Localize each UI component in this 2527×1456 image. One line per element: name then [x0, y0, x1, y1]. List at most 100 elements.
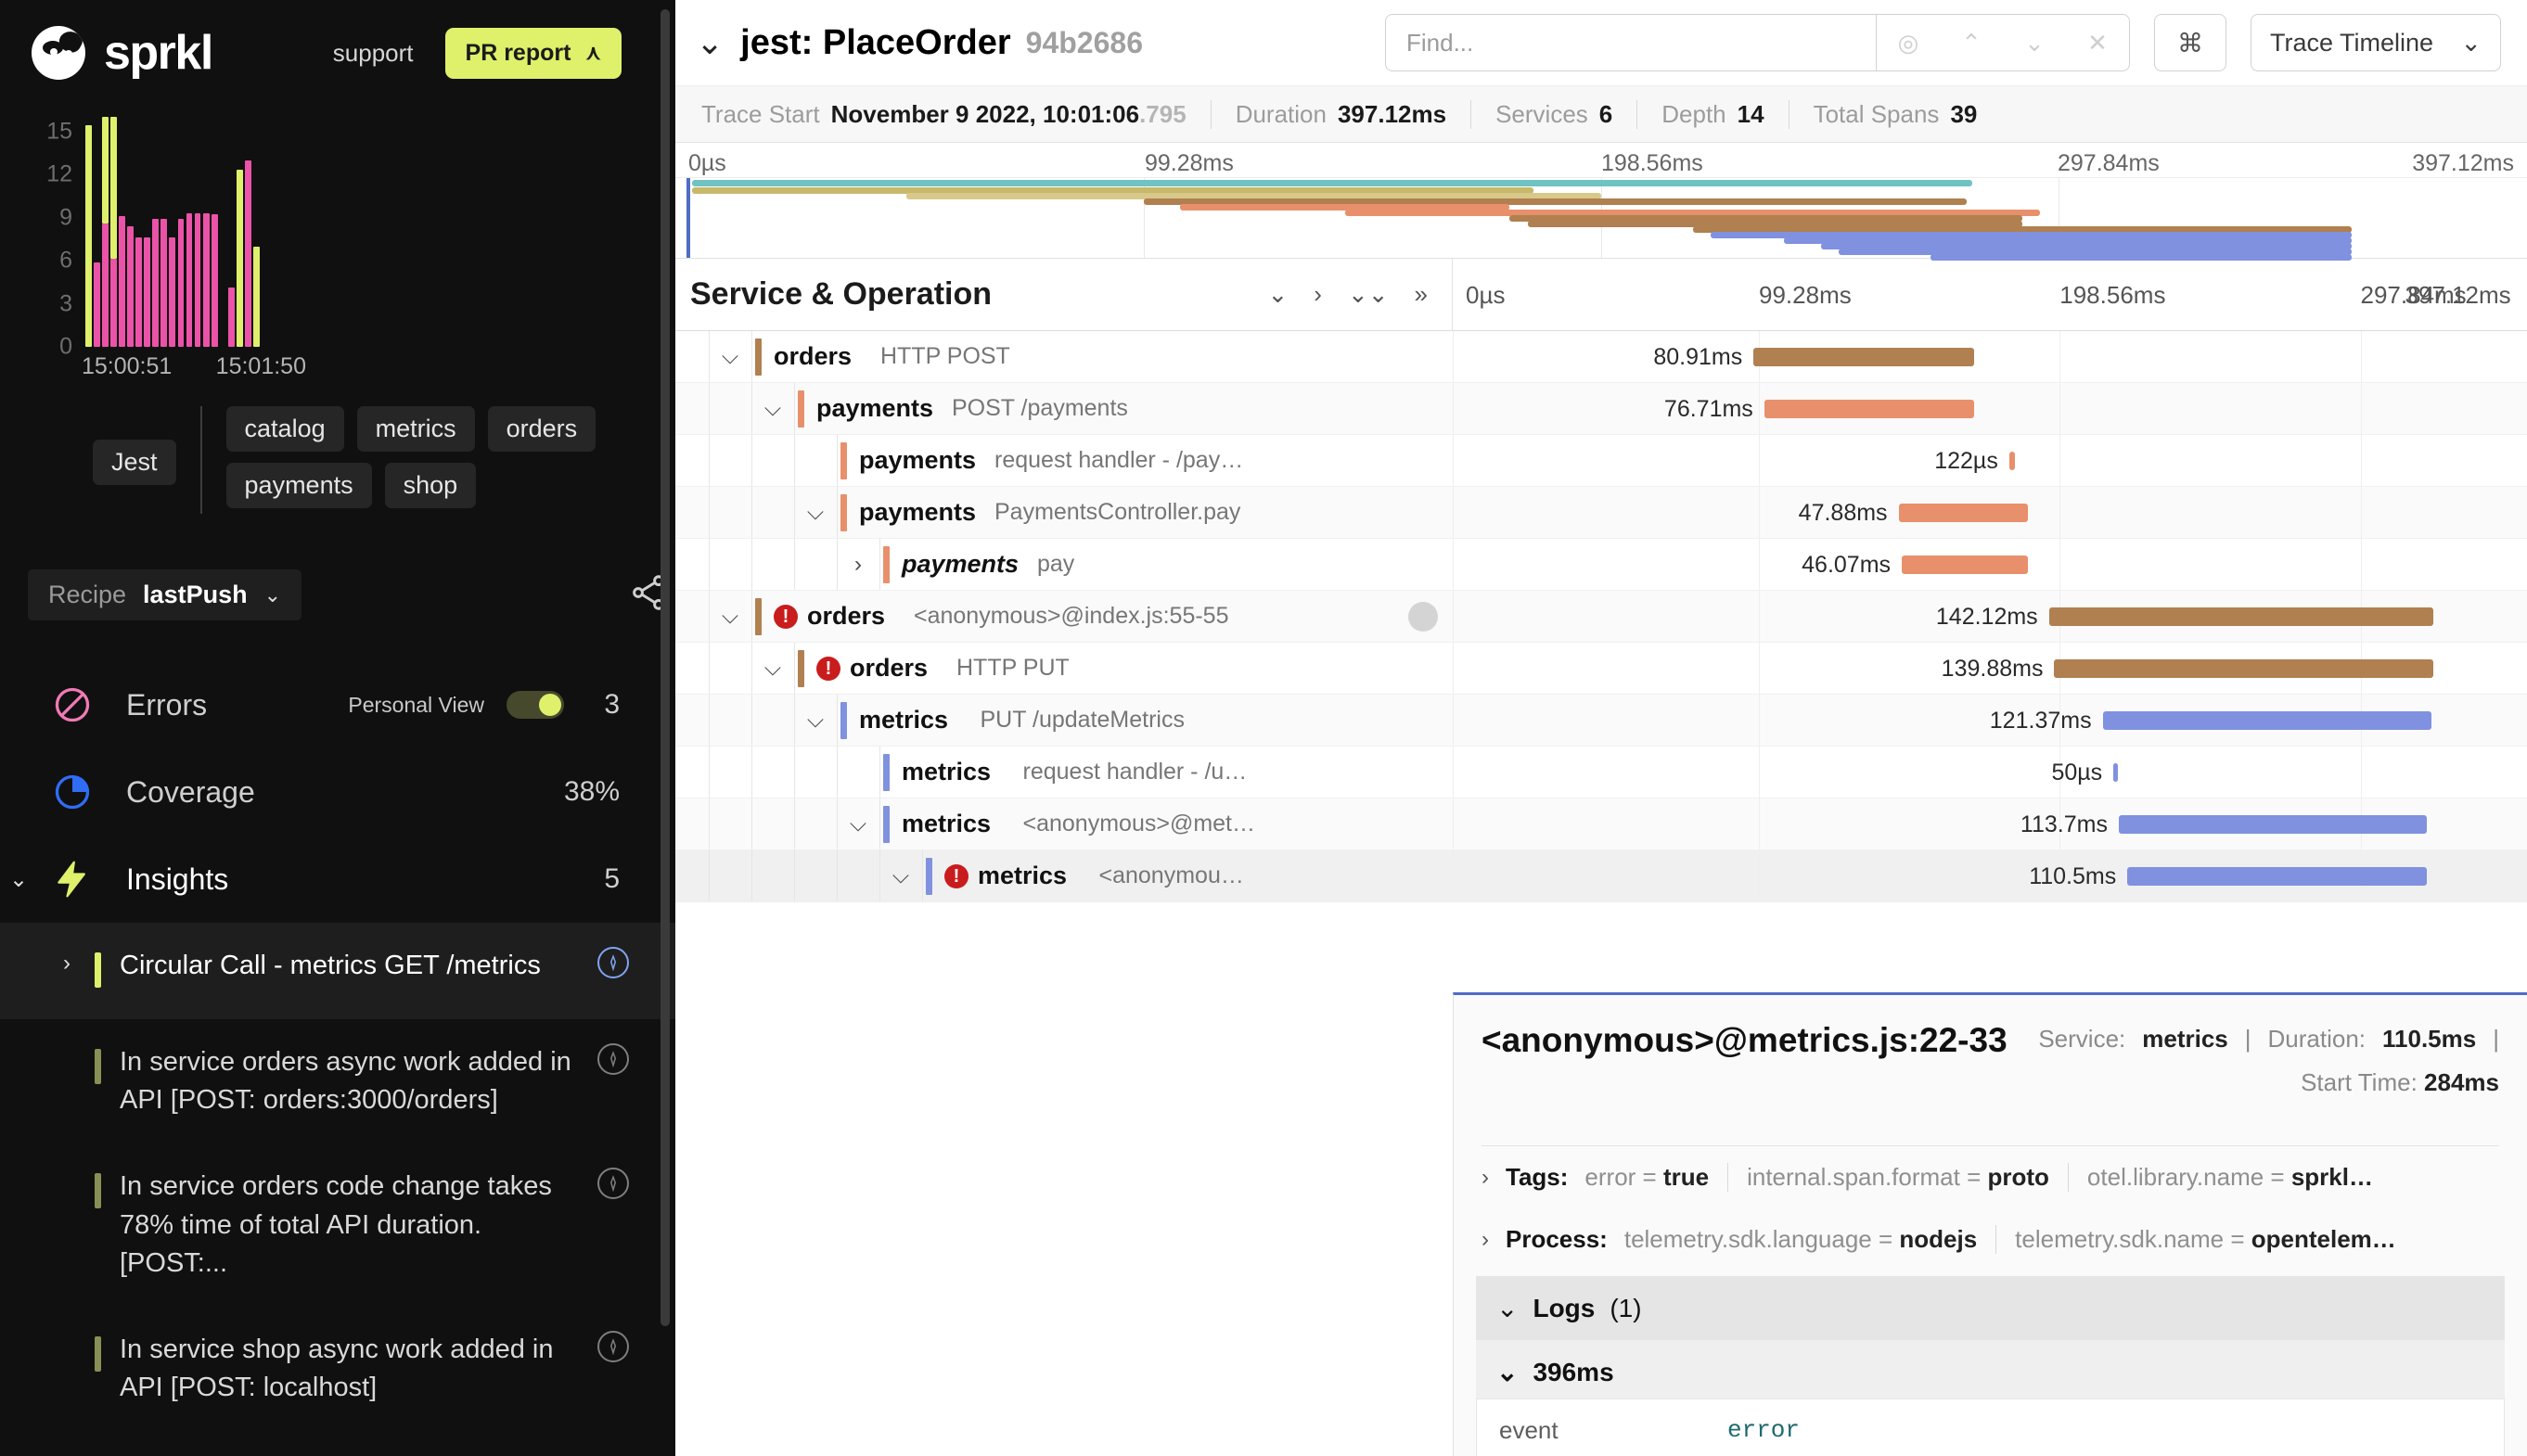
span-row-label[interactable]: ⌵ metrics <anonymous>@met…: [675, 798, 1453, 849]
span-operation-name: <anonymous>@index.js:55-55: [914, 603, 1229, 629]
tags-row[interactable]: › Tags: error = true internal.span.format…: [1454, 1146, 2527, 1208]
chevron-down-icon[interactable]: ⌄: [696, 23, 724, 62]
minimap-tick-label: 297.84ms: [2058, 150, 2160, 176]
span-row-timeline[interactable]: 121.37ms: [1453, 695, 2527, 746]
chevron-down-icon[interactable]: ⌵: [716, 604, 744, 630]
span-row-label[interactable]: ⌵ payments PaymentsController.pay: [675, 487, 1453, 538]
sidebar-item-coverage[interactable]: Coverage 38%: [0, 748, 675, 836]
chevron-right-icon[interactable]: ›: [1482, 1227, 1489, 1253]
span-row-timeline[interactable]: 46.07ms: [1453, 539, 2527, 590]
chevron-down-icon[interactable]: ⌵: [759, 396, 787, 422]
span-row[interactable]: ⌵! orders HTTP PUT 139.88ms: [675, 643, 2527, 695]
chevrons-down-icon[interactable]: ⌄⌄: [1348, 280, 1389, 309]
process-row[interactable]: › Process: telemetry.sdk.language = node…: [1454, 1208, 2527, 1271]
span-row-label[interactable]: ⌵ orders HTTP POST: [675, 331, 1453, 382]
span-row[interactable]: ⌵ metrics <anonymous>@met… 113.7ms: [675, 798, 2527, 850]
shortcuts-button[interactable]: ⌘: [2154, 14, 2226, 71]
chevron-down-icon[interactable]: ⌵: [716, 344, 744, 370]
span-expand-controls: ⌄ › ⌄⌄ »: [1267, 280, 1452, 309]
chevron-down-icon[interactable]: ⌄: [1267, 280, 1288, 309]
span-row-timeline[interactable]: 142.12ms: [1453, 591, 2527, 642]
log-timestamp-row[interactable]: ⌄ 396ms: [1476, 1340, 2505, 1399]
insight-item[interactable]: › Circular Call - metrics GET /metrics: [0, 923, 675, 1019]
span-row-timeline[interactable]: 122µs: [1453, 435, 2527, 486]
chevron-right-icon[interactable]: ›: [1482, 1165, 1489, 1191]
span-row[interactable]: › payments pay 46.07ms: [675, 539, 2527, 591]
insight-item[interactable]: In service orders async work added in AP…: [0, 1019, 675, 1143]
span-row-label[interactable]: metrics request handler - /u…: [675, 747, 1453, 798]
span-row[interactable]: ⌵ metrics PUT /updateMetrics 121.37ms: [675, 695, 2527, 747]
minimap-span-bar: [691, 180, 1973, 186]
insight-action-icon[interactable]: [597, 1330, 629, 1362]
tag-primary[interactable]: Jest: [93, 440, 176, 485]
span-row-timeline[interactable]: 50µs: [1453, 747, 2527, 798]
close-icon[interactable]: ✕: [2066, 29, 2129, 57]
sidebar-scrollbar[interactable]: [661, 9, 670, 1326]
span-row-timeline[interactable]: 76.71ms: [1453, 383, 2527, 434]
trace-minimap[interactable]: 0µs 99.28ms 198.56ms 297.84ms 397.12ms: [675, 143, 2527, 261]
insight-item[interactable]: In service shop async work added in API …: [0, 1307, 675, 1431]
span-service-name: metrics: [902, 758, 992, 785]
chevrons-right-icon[interactable]: »: [1415, 280, 1428, 309]
sidebar-item-insights[interactable]: ⌄ Insights 5: [0, 836, 675, 923]
insight-action-icon[interactable]: [597, 1043, 629, 1075]
span-row[interactable]: ⌵ orders HTTP POST 80.91ms: [675, 331, 2527, 383]
pr-report-button[interactable]: PR report ⋏: [444, 27, 622, 79]
chevron-down-icon[interactable]: ⌵: [802, 500, 829, 526]
insight-item[interactable]: In service orders code change takes 78% …: [0, 1143, 675, 1307]
logs-section-header[interactable]: ⌄ Logs (1): [1476, 1276, 2505, 1340]
span-row-label[interactable]: ⌵ metrics PUT /updateMetrics: [675, 695, 1453, 746]
trace-meta-bar: Trace Start November 9 2022, 10:01:06.795…: [675, 85, 2527, 143]
chevron-down-icon[interactable]: ⌄: [9, 866, 28, 893]
span-row[interactable]: ⌵ payments POST /payments 76.71ms: [675, 383, 2527, 435]
chevron-down-icon[interactable]: ⌵: [844, 811, 872, 837]
span-row-timeline[interactable]: 139.88ms: [1453, 643, 2527, 694]
span-row[interactable]: ⌵! orders <anonymous>@index.js:55-55 142.12…: [675, 591, 2527, 643]
span-row-label[interactable]: ⌵! metrics <anonymou…: [675, 850, 1453, 901]
timeline-gridline: [1759, 591, 1761, 642]
search-input[interactable]: Find...: [1385, 14, 1877, 71]
span-row-label[interactable]: ⌵ payments POST /payments: [675, 383, 1453, 434]
span-row[interactable]: ⌵ payments PaymentsController.pay 47.88ms: [675, 487, 2527, 539]
span-row[interactable]: ⌵! metrics <anonymou… 110.5ms: [675, 850, 2527, 902]
tag-chip[interactable]: catalog: [225, 406, 344, 452]
sidebar-item-errors[interactable]: Errors Personal View 3: [0, 661, 675, 748]
span-row[interactable]: metrics request handler - /u… 50µs: [675, 747, 2527, 798]
chevron-right-icon[interactable]: ›: [1314, 280, 1322, 309]
log-timestamp: 396ms: [1533, 1357, 1614, 1386]
tag-chip[interactable]: payments: [225, 463, 372, 508]
span-row-label[interactable]: payments request handler - /pay…: [675, 435, 1453, 486]
tag-chip[interactable]: shop: [384, 463, 477, 508]
target-icon[interactable]: ◎: [1877, 29, 1940, 57]
tag-chip[interactable]: metrics: [356, 406, 475, 452]
view-mode-select[interactable]: Trace Timeline ⌄: [2251, 14, 2501, 71]
span-row-label[interactable]: ⌵! orders <anonymous>@index.js:55-55: [675, 591, 1453, 642]
insight-action-icon[interactable]: [597, 1168, 629, 1200]
timeline-gridline: [1453, 435, 1454, 486]
recipe-selector[interactable]: Recipe lastPush ⌄: [28, 569, 302, 620]
minimap-canvas[interactable]: [686, 178, 2516, 261]
span-row-label[interactable]: ⌵! orders HTTP PUT: [675, 643, 1453, 694]
chevron-down-icon[interactable]: ⌵: [759, 656, 787, 682]
span-row-timeline[interactable]: 80.91ms: [1453, 331, 2527, 382]
span-row-timeline[interactable]: 113.7ms: [1453, 798, 2527, 849]
chevron-right-icon[interactable]: ›: [844, 552, 872, 578]
support-link[interactable]: support: [333, 39, 414, 68]
chevron-down-icon[interactable]: ⌄: [2003, 29, 2066, 57]
chevron-down-icon[interactable]: ⌵: [887, 863, 915, 889]
span-row[interactable]: payments request handler - /pay… 122µs: [675, 435, 2527, 487]
span-indent-guide: [751, 591, 752, 642]
span-row-timeline[interactable]: 47.88ms: [1453, 487, 2527, 538]
tag-chip[interactable]: orders: [487, 406, 596, 452]
span-row-label[interactable]: › payments pay: [675, 539, 1453, 590]
chevron-right-icon[interactable]: ›: [39, 947, 95, 977]
service-label: Service:: [2038, 1025, 2126, 1053]
insight-action-icon[interactable]: [597, 947, 629, 978]
span-row-timeline[interactable]: 110.5ms: [1453, 850, 2527, 901]
chart-bar-pink: [119, 215, 126, 347]
minimap-selection-handle[interactable]: [686, 178, 690, 258]
chevron-down-icon[interactable]: ⌵: [802, 708, 829, 734]
chart-bar-pink: [152, 219, 160, 347]
chevron-up-icon[interactable]: ⌃: [1940, 29, 2003, 57]
personal-view-toggle[interactable]: [507, 691, 564, 719]
